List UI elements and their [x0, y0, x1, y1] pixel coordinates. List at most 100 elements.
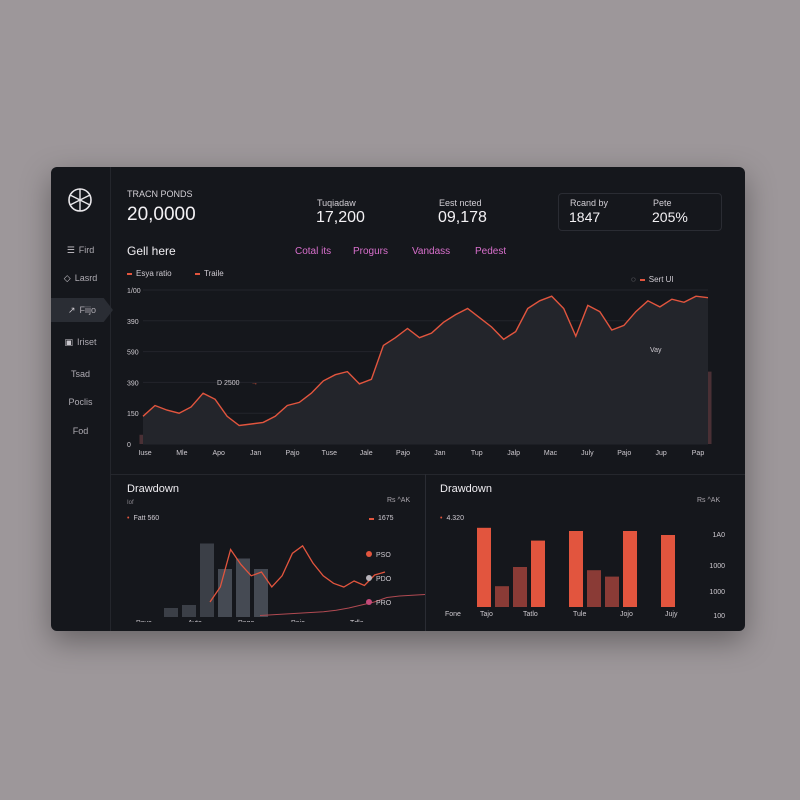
legend-swatch	[195, 272, 200, 275]
x-tick-label: Tuse	[322, 450, 337, 457]
y-tick-label: 100	[713, 613, 725, 620]
x-tick-label: Jan	[434, 450, 445, 457]
tab-progurs[interactable]: Progurs	[353, 246, 388, 257]
kpi-value: 17,200	[316, 209, 365, 226]
x-tick-label: Jan	[250, 450, 261, 457]
legend-left: • Fatt 560	[127, 515, 159, 522]
kpi-label: Rcand by	[570, 198, 609, 208]
tab-cotal-its[interactable]: Cotal its	[295, 246, 331, 257]
x-tick-label: Poye	[136, 620, 152, 622]
marker-dot	[366, 575, 372, 581]
y-tick-label: 590	[127, 350, 139, 357]
x-tick-label: Tule	[573, 611, 586, 618]
x-tick-label: July	[581, 450, 594, 457]
drawdown-title-left: Drawdown	[127, 483, 179, 495]
arrow-right-icon: →	[251, 380, 258, 387]
line-area	[143, 296, 708, 444]
x-tick-label: Fone	[445, 611, 461, 618]
drawdown-bar	[605, 576, 619, 607]
marker-label: PSO	[376, 552, 391, 559]
drawdown-bar	[569, 531, 583, 607]
kpi-label: Tuqiadaw	[317, 198, 356, 208]
logo-icon	[68, 188, 92, 212]
bullet-icon: •	[127, 515, 130, 522]
marker-dot	[366, 599, 372, 605]
x-tick-label: Tatlo	[523, 611, 538, 618]
section-divider	[110, 474, 745, 475]
y-tick-label: 390	[127, 380, 139, 387]
x-tick-label: Iuse	[138, 450, 151, 457]
drawdown-bar	[513, 567, 527, 607]
x-tick-label: Pajo	[285, 450, 299, 457]
drawdown-bar	[661, 535, 675, 607]
tab-vandass[interactable]: Vandass	[412, 246, 450, 257]
drawdown-bar	[200, 543, 214, 617]
kpi-value: 09,178	[438, 209, 487, 226]
legend-swatch	[127, 272, 132, 275]
x-tick-label: Pajo	[291, 620, 305, 622]
legend-swatch	[369, 517, 374, 520]
corner-label: Rs ^AK	[697, 497, 721, 504]
x-tick-label: Pajo	[396, 450, 410, 457]
x-tick-label: Jale	[360, 450, 373, 457]
x-tick-label: Jojo	[620, 611, 633, 618]
legend-label: Traile	[204, 269, 224, 278]
axis-label: Iof	[127, 500, 134, 506]
sidebar-item-label: Fird	[78, 245, 95, 255]
x-tick-label: Jujy	[665, 611, 678, 618]
drawdown-chart-left: PSO PDO PRO Poye Ayto Pago Pajo Tdle	[136, 543, 425, 622]
x-tick-label: Ayto	[188, 620, 202, 622]
drawdown-bar	[477, 527, 491, 607]
x-tick-label: Pago	[238, 620, 254, 622]
main-chart: 1/00 390 590 390 150 0 Iuse Mle Apo Jan Pajo Tuse J…	[127, 288, 712, 457]
corner-label: Rs ^AK	[387, 497, 411, 504]
dashboard-window: ☰ Fird ◇ Lasrd ↗ Fiijo ▣ Iriset Tsad Poc…	[51, 167, 745, 631]
tab-pedest[interactable]: Pedest	[475, 246, 506, 257]
x-tick-label: Mac	[544, 450, 558, 457]
y-tick-label: 1A0	[713, 532, 726, 539]
drawdown-title-right: Drawdown	[440, 483, 492, 495]
y-tick-label: 1000	[709, 589, 725, 596]
y-tick-label: 390	[127, 319, 139, 326]
drawdown-chart-right: 1A0 1000 1000 100 Fone Tajo Tatlo Tule Jojo Jujy	[445, 527, 726, 620]
legend-label: Fatt 560	[133, 515, 160, 522]
sidebar-item-fird[interactable]: ☰ Fird	[51, 238, 110, 262]
y-tick-label: 0	[127, 442, 131, 449]
chart-callout: D 2500	[217, 380, 240, 387]
marker-dot	[366, 551, 372, 557]
legend-swatch	[639, 278, 645, 281]
drawdown-bar	[254, 569, 268, 617]
drawdown-bar	[164, 608, 178, 617]
y-tick-label: 150	[127, 411, 139, 418]
kpi-value: 1847	[569, 209, 601, 225]
chart-annotation: Vay	[650, 347, 662, 354]
drawdown-bar	[587, 570, 601, 607]
main-chart-title: Gell here	[127, 244, 176, 258]
legend-label: Esya ratio	[136, 269, 172, 278]
marker-label: PDO	[376, 576, 392, 583]
drawdown-bar	[495, 586, 509, 607]
drawdown-bar	[218, 569, 232, 617]
x-tick-label: Pajo	[617, 450, 631, 457]
legend-traile: Traile	[195, 269, 224, 278]
kpi-label: Eest ncted	[439, 198, 482, 208]
legend-label: 1675	[378, 515, 394, 522]
x-tick-label: Tdle	[350, 620, 364, 622]
kpi-value: 205%	[652, 209, 688, 225]
legend-esya-ratio: Esya ratio	[127, 269, 172, 278]
x-tick-label: Jup	[655, 450, 666, 457]
marker-label: PRO	[376, 600, 392, 607]
x-tick-label: Pap	[692, 450, 705, 457]
drawdown-bar	[182, 605, 196, 617]
drawdown-bar	[531, 540, 545, 607]
x-tick-label: Mle	[176, 450, 187, 457]
y-tick-label: 1/00	[127, 288, 141, 295]
kpi-label: TRACN PONDS	[127, 189, 193, 199]
x-tick-label: Tajo	[480, 611, 493, 618]
kpi-value: 20,0000	[127, 204, 196, 225]
x-tick-label: Apo	[212, 450, 225, 457]
list-icon: ☰	[66, 244, 75, 255]
kpi-label: Pete	[653, 198, 672, 208]
line-series-secondary	[259, 594, 425, 616]
y-tick-label: 1000	[709, 563, 725, 570]
